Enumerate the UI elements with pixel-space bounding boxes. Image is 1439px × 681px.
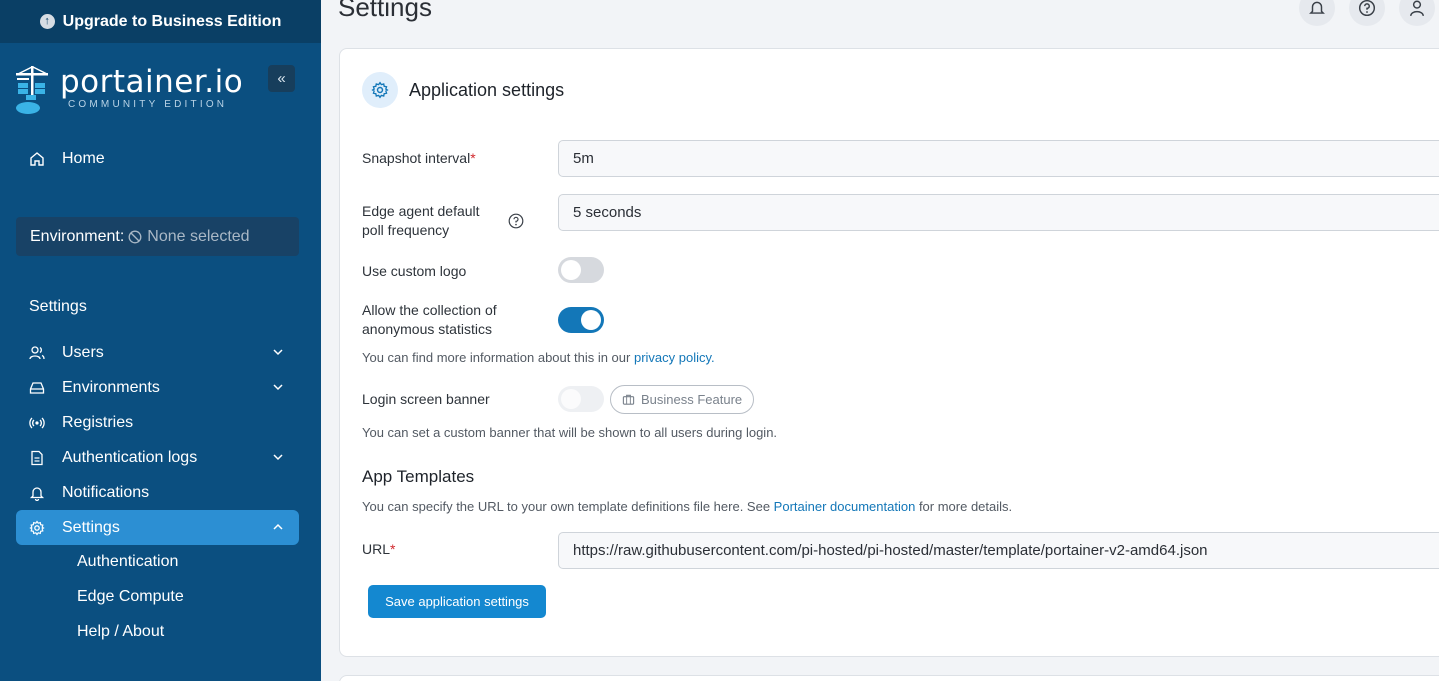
templates-help-text: You can specify the URL to your own temp… <box>362 499 1012 514</box>
briefcase-icon <box>622 394 635 405</box>
sidebar-item-registries[interactable]: Registries <box>16 405 299 440</box>
user-icon <box>1410 0 1424 17</box>
ban-icon <box>128 230 142 243</box>
environment-label: Environment: <box>30 227 125 245</box>
help-text-part: for more details. <box>915 499 1013 514</box>
bell-icon <box>29 485 45 501</box>
sidebar-subitem-authentication[interactable]: Authentication <box>77 553 178 571</box>
header-actions <box>1299 0 1435 26</box>
login-banner-label: Login screen banner <box>362 391 490 407</box>
chevron-down-icon <box>273 349 283 356</box>
help-circle-icon <box>1358 0 1376 17</box>
gear-icon <box>29 519 45 536</box>
portainer-crane-icon <box>16 66 48 114</box>
logo-text: portainer.io <box>60 64 244 100</box>
label-line: Edge agent default <box>362 203 480 219</box>
notifications-button[interactable] <box>1299 0 1335 26</box>
save-application-settings-button[interactable]: Save application settings <box>368 585 546 618</box>
sidebar-item-label: Home <box>62 149 105 167</box>
banner-help-text: You can set a custom banner that will be… <box>362 425 778 440</box>
upgrade-banner[interactable]: ↑ Upgrade to Business Edition <box>0 0 321 43</box>
anonymous-stats-label: Allow the collection of anonymous statis… <box>362 301 497 339</box>
home-icon <box>29 151 45 167</box>
arrow-up-circle-icon: ↑ <box>39 14 55 29</box>
label-line: Allow the collection of <box>362 302 497 318</box>
help-text-part: You can specify the URL to your own temp… <box>362 499 774 514</box>
sidebar-subitem-help-about[interactable]: Help / About <box>77 623 164 641</box>
radio-icon <box>29 415 45 431</box>
snapshot-interval-label: Snapshot interval* <box>362 149 476 168</box>
chevron-down-icon <box>273 454 283 461</box>
help-text-part: You can find more information about this… <box>362 350 634 365</box>
label-line: anonymous statistics <box>362 321 492 337</box>
sidebar: ↑ Upgrade to Business Edition portainer.… <box>0 0 321 681</box>
help-button[interactable] <box>1349 0 1385 26</box>
help-circle-icon[interactable] <box>508 213 524 229</box>
bell-icon <box>1309 1 1325 14</box>
poll-frequency-label: Edge agent default poll frequency <box>362 202 480 240</box>
upgrade-label: Upgrade to Business Edition <box>62 12 282 30</box>
page-title: Settings <box>338 0 432 22</box>
custom-logo-toggle[interactable] <box>558 257 604 283</box>
required-marker: * <box>390 541 396 557</box>
collapse-sidebar-button[interactable]: « <box>268 65 295 92</box>
card-header: Application settings <box>362 72 564 108</box>
environment-selector[interactable]: Environment: None selected <box>16 217 299 256</box>
badge-label: Business Feature <box>641 392 743 407</box>
application-settings-card: Application settings Snapshot interval* … <box>339 48 1439 657</box>
sidebar-item-label: Notifications <box>62 483 150 501</box>
label-line: poll frequency <box>362 222 450 238</box>
sidebar-item-label: Authentication logs <box>62 448 198 466</box>
hdd-icon <box>29 380 45 396</box>
poll-frequency-select[interactable]: 5 seconds <box>558 194 1439 231</box>
toggle-knob <box>561 389 581 409</box>
sidebar-subitem-edge-compute[interactable]: Edge Compute <box>77 588 184 606</box>
custom-logo-label: Use custom logo <box>362 263 467 279</box>
privacy-policy-link[interactable]: privacy policy. <box>634 350 715 365</box>
toggle-knob <box>561 260 581 280</box>
sidebar-item-label: Registries <box>62 413 134 431</box>
label-text: URL <box>362 541 391 557</box>
card-title: Application settings <box>409 79 565 100</box>
sidebar-item-label: Settings <box>62 518 120 536</box>
toggle-knob <box>581 310 601 330</box>
sidebar-item-users[interactable]: Users <box>16 335 299 370</box>
portainer-documentation-link[interactable]: Portainer documentation <box>774 499 916 514</box>
chevrons-left-icon: « <box>277 70 286 87</box>
gear-icon <box>362 72 398 108</box>
portainer-logo[interactable]: portainer.io COMMUNITY EDITION <box>14 64 243 116</box>
anonymous-stats-toggle[interactable] <box>558 307 604 333</box>
logo-edition: COMMUNITY EDITION <box>68 99 228 110</box>
main-content: Settings Application settings Snapshot i… <box>321 0 1439 681</box>
app-templates-heading: App Templates <box>362 467 475 486</box>
sidebar-item-environments[interactable]: Environments <box>16 370 299 405</box>
users-icon <box>29 345 45 361</box>
sidebar-item-settings[interactable]: Settings <box>16 510 299 545</box>
login-banner-toggle <box>558 386 604 412</box>
sidebar-item-label: Environments <box>62 378 160 396</box>
stats-help-text: You can find more information about this… <box>362 350 715 365</box>
url-label: URL* <box>362 540 395 559</box>
sidebar-item-notifications[interactable]: Notifications <box>16 475 299 510</box>
template-url-input[interactable]: https://raw.githubusercontent.com/pi-hos… <box>558 532 1439 569</box>
business-feature-badge[interactable]: Business Feature <box>610 385 755 414</box>
chevron-up-icon <box>273 523 283 530</box>
label-text: Snapshot interval <box>362 150 471 166</box>
required-marker: * <box>470 150 476 166</box>
next-settings-card <box>339 675 1439 681</box>
file-text-icon <box>29 450 45 466</box>
sidebar-section-title: Settings <box>29 298 87 315</box>
environment-value: None selected <box>147 227 250 245</box>
chevron-down-icon <box>273 384 283 391</box>
sidebar-item-authentication-logs[interactable]: Authentication logs <box>16 440 299 475</box>
snapshot-interval-input[interactable]: 5m <box>558 140 1439 177</box>
sidebar-item-label: Users <box>62 343 104 361</box>
sidebar-item-home[interactable]: Home <box>16 141 299 176</box>
user-menu-button[interactable] <box>1399 0 1435 26</box>
